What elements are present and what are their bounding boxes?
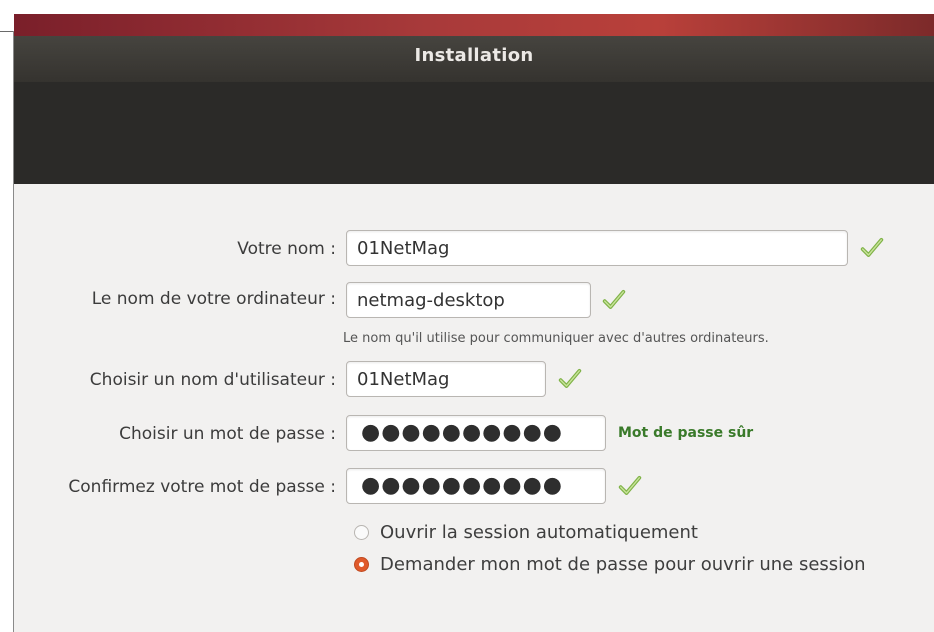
- computer-name-valid-check-icon: [602, 289, 626, 309]
- window-title: Installation: [414, 45, 534, 66]
- username-value: 01NetMag: [357, 369, 450, 390]
- auto-login-radio[interactable]: [354, 525, 369, 540]
- username-valid-check-icon: [558, 368, 582, 388]
- password-strength-label: Mot de passe sûr: [618, 425, 754, 441]
- require-password-label: Demander mon mot de passe pour ouvrir un…: [380, 554, 866, 575]
- require-password-radio[interactable]: [354, 557, 369, 572]
- auto-login-label: Ouvrir la session automatiquement: [380, 522, 698, 543]
- header-banner: [14, 82, 934, 184]
- confirm-password-field[interactable]: ●●●●●●●●●●: [346, 468, 606, 504]
- auto-login-option[interactable]: Ouvrir la session automatiquement: [354, 522, 754, 546]
- require-password-option[interactable]: Demander mon mot de passe pour ouvrir un…: [354, 554, 924, 578]
- installer-window: Installation Votre nom : 01NetMag Le nom…: [14, 14, 934, 632]
- name-field[interactable]: 01NetMag: [346, 230, 848, 266]
- background-window-edge: [0, 31, 14, 32]
- name-value: 01NetMag: [357, 238, 450, 259]
- confirm-password-label: Confirmez votre mot de passe :: [68, 477, 336, 497]
- username-field[interactable]: 01NetMag: [346, 361, 546, 397]
- computer-name-label: Le nom de votre ordinateur :: [91, 289, 336, 309]
- computer-name-field[interactable]: netmag-desktop: [346, 282, 591, 318]
- user-form: Votre nom : 01NetMag Le nom de votre ord…: [14, 184, 934, 632]
- confirm-password-valid-check-icon: [618, 475, 642, 495]
- confirm-password-value: ●●●●●●●●●●: [361, 473, 563, 498]
- password-label: Choisir un mot de passe :: [119, 424, 336, 444]
- computer-name-hint: Le nom qu'il utilise pour communiquer av…: [343, 331, 769, 346]
- password-field[interactable]: ●●●●●●●●●●: [346, 415, 606, 451]
- computer-name-value: netmag-desktop: [357, 290, 505, 311]
- name-label: Votre nom :: [237, 239, 336, 259]
- window-top-accent: [14, 14, 934, 36]
- username-label: Choisir un nom d'utilisateur :: [89, 370, 336, 390]
- name-valid-check-icon: [860, 237, 884, 257]
- title-bar[interactable]: Installation: [14, 36, 934, 82]
- password-value: ●●●●●●●●●●: [361, 420, 563, 445]
